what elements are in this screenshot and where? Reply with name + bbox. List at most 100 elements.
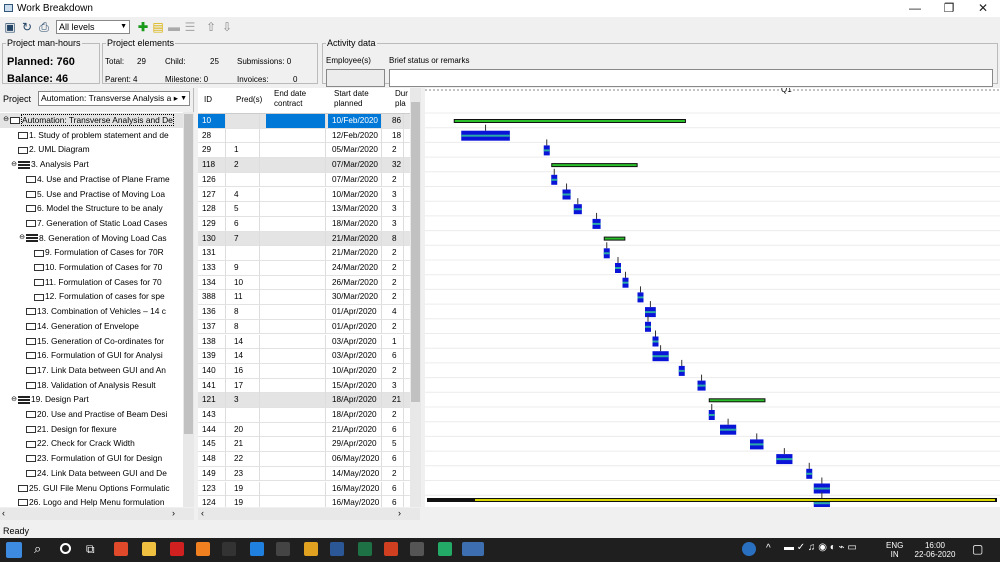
cell-dur[interactable]: 3 [388, 216, 404, 231]
search-icon[interactable]: ⌕ [34, 541, 41, 557]
level-select[interactable]: All levels ▼ [56, 20, 130, 34]
tree-item[interactable]: 2. UML Diagram [0, 142, 183, 157]
table-row[interactable]: 141 17 15/Apr/2020 3 [198, 378, 410, 394]
cell-start[interactable]: 15/Apr/2020 [328, 378, 382, 393]
cell-pred[interactable] [230, 114, 260, 128]
col-end-header[interactable]: End date contract [274, 89, 326, 109]
app-icon[interactable] [276, 542, 290, 556]
tree-item[interactable]: 21. Design for flexure [0, 422, 183, 437]
table-row[interactable]: 388 11 30/Mar/2020 2 [198, 290, 410, 306]
cell-start[interactable]: 18/Apr/2020 [328, 408, 382, 422]
cell-end[interactable] [266, 319, 326, 334]
tree-item[interactable]: 23. Formulation of GUI for Design [0, 451, 183, 466]
tree-item[interactable]: ⊖ 3. Analysis Part [0, 157, 183, 172]
cell-end[interactable] [266, 143, 326, 158]
cell-end[interactable] [266, 128, 326, 143]
cell-dur[interactable]: 86 [388, 114, 404, 128]
tree-item[interactable]: ⊖ 8. Generation of Moving Load Cas [0, 231, 183, 246]
cell-pred[interactable]: 23 [230, 466, 260, 481]
cell-end[interactable] [266, 158, 326, 173]
start-icon[interactable] [6, 542, 22, 558]
pdf-icon[interactable] [170, 542, 184, 556]
cell-pred[interactable]: 1 [230, 143, 260, 158]
cell-start[interactable]: 03/Apr/2020 [328, 334, 382, 349]
cell-start[interactable]: 21/Apr/2020 [328, 422, 382, 437]
cell-id[interactable]: 133 [198, 261, 226, 275]
table-row[interactable]: 139 14 03/Apr/2020 6 [198, 349, 410, 364]
table-row[interactable]: 29 1 05/Mar/2020 2 [198, 143, 410, 159]
tree-item[interactable]: 12. Formulation of cases for spe [0, 289, 183, 304]
table-row[interactable]: 136 8 01/Apr/2020 4 [198, 305, 410, 320]
table-row[interactable]: 28 12/Feb/2020 18 [198, 128, 410, 144]
cell-pred[interactable]: 19 [230, 481, 260, 496]
scroll-left-icon[interactable]: ‹ [201, 508, 204, 518]
col-start-header[interactable]: Start date planned [334, 89, 384, 109]
cell-id[interactable]: 134 [198, 275, 226, 290]
table-row[interactable]: 118 2 07/Mar/2020 32 [198, 158, 410, 173]
col-pred-header[interactable]: Pred(s) [236, 95, 262, 105]
cell-id[interactable]: 139 [198, 349, 226, 364]
tree-item[interactable]: 1. Study of problem statement and de [0, 128, 183, 143]
task-view-icon[interactable]: ⧉ [86, 542, 95, 557]
cell-end[interactable] [266, 290, 326, 305]
cell-dur[interactable]: 2 [388, 466, 404, 481]
cell-pred[interactable]: 21 [230, 437, 260, 452]
cell-start[interactable]: 07/Mar/2020 [328, 158, 382, 173]
cell-id[interactable]: 127 [198, 187, 226, 202]
tree-hscrollbar[interactable]: ‹ › [0, 508, 194, 520]
cell-end[interactable] [266, 334, 326, 349]
status-field[interactable] [389, 69, 993, 87]
cell-id[interactable]: 143 [198, 408, 226, 422]
cell-start[interactable]: 10/Apr/2020 [328, 363, 382, 378]
cell-pred[interactable]: 3 [230, 393, 260, 408]
cell-id[interactable]: 28 [198, 128, 226, 143]
browser-icon[interactable] [196, 542, 210, 556]
cell-dur[interactable]: 6 [388, 349, 404, 364]
table-row[interactable]: 129 6 18/Mar/2020 3 [198, 216, 410, 232]
cell-start[interactable]: 14/May/2020 [328, 466, 382, 481]
table-row[interactable]: 144 20 21/Apr/2020 6 [198, 422, 410, 438]
table-row[interactable]: 134 10 26/Mar/2020 2 [198, 275, 410, 291]
cell-pred[interactable]: 14 [230, 349, 260, 364]
cell-id[interactable]: 136 [198, 305, 226, 320]
table-row[interactable]: 123 19 16/May/2020 6 [198, 481, 410, 497]
cell-dur[interactable]: 2 [388, 408, 404, 422]
move-up-icon[interactable]: ⇧ [204, 20, 218, 34]
notification-icon[interactable]: ▢ [972, 542, 983, 556]
tree-vscrollbar[interactable] [183, 112, 194, 507]
table-row[interactable]: 126 07/Mar/2020 2 [198, 172, 410, 188]
table-row[interactable]: 149 23 14/May/2020 2 [198, 466, 410, 482]
cortana-icon[interactable] [60, 543, 71, 554]
cell-dur[interactable]: 6 [388, 422, 404, 437]
cell-start[interactable]: 21/Mar/2020 [328, 246, 382, 261]
tree-item[interactable]: 5. Use and Practise of Moving Loa [0, 187, 183, 202]
chrome-icon[interactable] [114, 542, 128, 556]
table-row[interactable]: 128 5 13/Mar/2020 3 [198, 202, 410, 217]
calculator-icon[interactable] [410, 542, 424, 556]
cell-dur[interactable]: 2 [388, 261, 404, 275]
cell-dur[interactable]: 3 [388, 202, 404, 217]
cell-end[interactable] [266, 437, 326, 452]
cell-start[interactable]: 30/Mar/2020 [328, 290, 382, 305]
tree-item[interactable]: 15. Generation of Co-ordinates for [0, 334, 183, 349]
cell-end[interactable] [266, 378, 326, 393]
cell-start[interactable]: 13/Mar/2020 [328, 202, 382, 217]
cell-dur[interactable]: 5 [388, 437, 404, 452]
gantt-chart[interactable]: Q1 [425, 88, 1000, 507]
tree-item[interactable]: 13. Combination of Vehicles – 14 c [0, 304, 183, 319]
cell-end[interactable] [266, 216, 326, 231]
cell-id[interactable]: 10 [198, 114, 226, 128]
cell-id[interactable]: 124 [198, 496, 226, 507]
cell-id[interactable]: 126 [198, 172, 226, 187]
clock[interactable]: 16:00 22-06-2020 [912, 541, 958, 559]
app-icon[interactable] [438, 542, 452, 556]
tree-item[interactable]: 26. Logo and Help Menu formulation [0, 495, 183, 507]
tree-item[interactable]: 4. Use and Practise of Plane Frame [0, 172, 183, 187]
cell-dur[interactable]: 3 [388, 378, 404, 393]
cell-start[interactable]: 10/Feb/2020 [328, 114, 382, 128]
remove-icon[interactable]: ▬ [167, 20, 181, 34]
table-row[interactable]: 124 19 16/May/2020 6 [198, 496, 410, 507]
cell-end[interactable] [266, 172, 326, 187]
maximize-button[interactable]: ❐ [932, 0, 966, 17]
move-down-icon[interactable]: ⇩ [220, 20, 234, 34]
